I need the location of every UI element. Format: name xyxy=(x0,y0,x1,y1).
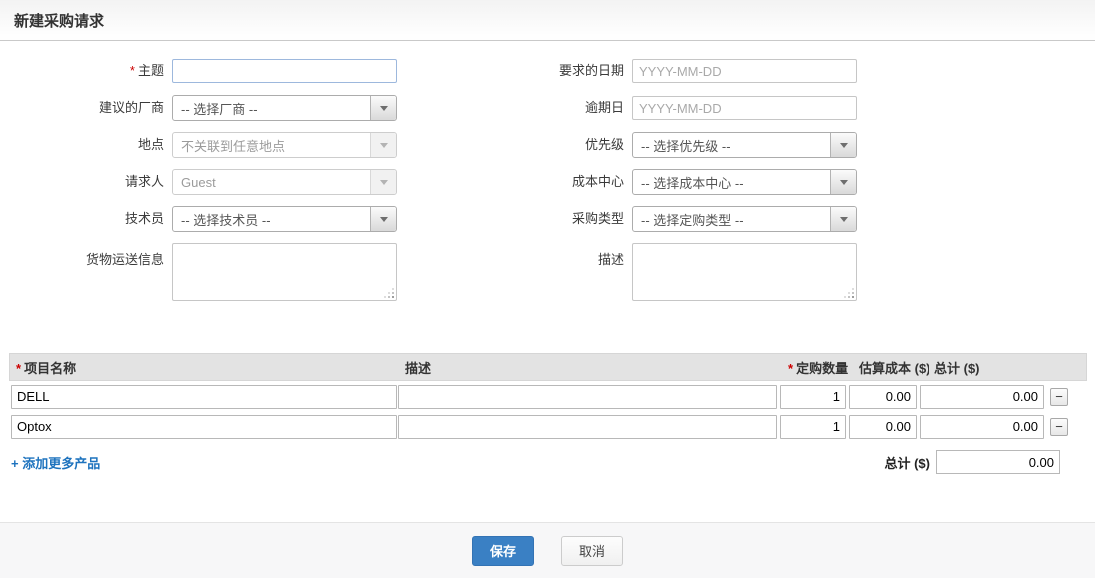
item-quantity-input[interactable] xyxy=(780,385,846,409)
overdue-date-input[interactable] xyxy=(632,96,857,120)
item-quantity-input[interactable] xyxy=(780,415,846,439)
header-description: 描述 xyxy=(401,358,785,377)
remove-row-button[interactable]: − xyxy=(1050,388,1068,406)
shipping-info-textarea[interactable] xyxy=(172,243,397,301)
item-total-input[interactable] xyxy=(920,385,1044,409)
dropdown-arrow-icon[interactable] xyxy=(370,96,396,120)
item-total-input[interactable] xyxy=(920,415,1044,439)
priority-label: 优先级 xyxy=(397,132,624,158)
dropdown-arrow-icon[interactable] xyxy=(830,207,856,231)
add-more-products-link[interactable]: + 添加更多产品 xyxy=(11,453,100,472)
item-cost-input[interactable] xyxy=(849,415,917,439)
priority-select-value: -- 选择优先级 -- xyxy=(641,136,731,155)
item-name-input[interactable] xyxy=(11,385,397,409)
requester-select-value: Guest xyxy=(181,175,216,190)
requester-select: Guest xyxy=(172,169,397,195)
page-title: 新建采购请求 xyxy=(14,10,104,31)
table-row: − xyxy=(9,412,1087,441)
dropdown-arrow-icon xyxy=(370,133,396,157)
vendor-label: 建议的厂商 xyxy=(0,95,164,121)
required-marker: * xyxy=(788,361,793,376)
resize-grip-icon[interactable] xyxy=(392,296,394,298)
item-description-input[interactable] xyxy=(398,385,777,409)
dropdown-arrow-icon[interactable] xyxy=(830,133,856,157)
header-total: 总计 ($) xyxy=(929,358,1057,377)
cancel-button[interactable]: 取消 xyxy=(561,536,623,566)
grand-total-label: 总计 ($) xyxy=(884,453,930,472)
cost-center-label: 成本中心 xyxy=(397,169,624,195)
grand-total-input[interactable] xyxy=(936,450,1060,474)
required-date-label: 要求的日期 xyxy=(397,58,624,84)
dropdown-arrow-icon[interactable] xyxy=(830,170,856,194)
site-select: 不关联到任意地点 xyxy=(172,132,397,158)
required-date-input[interactable] xyxy=(632,59,857,83)
subject-input[interactable] xyxy=(172,59,397,83)
shipping-info-label: 货物运送信息 xyxy=(0,243,164,268)
item-name-input[interactable] xyxy=(11,415,397,439)
resize-grip-icon[interactable] xyxy=(852,296,854,298)
item-description-input[interactable] xyxy=(398,415,777,439)
items-table: *项目名称 描述 *定购数量 估算成本 ($) 总计 ($) − − + 添加更… xyxy=(9,353,1087,474)
dropdown-arrow-icon xyxy=(370,170,396,194)
technician-select-value: -- 选择技术员 -- xyxy=(181,210,271,229)
technician-select[interactable]: -- 选择技术员 -- xyxy=(172,206,397,232)
description-textarea[interactable] xyxy=(632,243,857,301)
requester-label: 请求人 xyxy=(0,169,164,195)
description-label: 描述 xyxy=(397,243,624,268)
header-estimated-cost: 估算成本 ($) xyxy=(856,358,929,377)
dropdown-arrow-icon[interactable] xyxy=(370,207,396,231)
items-table-header: *项目名称 描述 *定购数量 估算成本 ($) 总计 ($) xyxy=(9,353,1087,381)
remove-row-button[interactable]: − xyxy=(1050,418,1068,436)
cost-center-select[interactable]: -- 选择成本中心 -- xyxy=(632,169,857,195)
priority-select[interactable]: -- 选择优先级 -- xyxy=(632,132,857,158)
table-row: − xyxy=(9,382,1087,411)
header-item-name: *项目名称 xyxy=(10,358,401,377)
required-marker: * xyxy=(16,361,21,376)
item-cost-input[interactable] xyxy=(849,385,917,409)
overdue-date-label: 逾期日 xyxy=(397,95,624,121)
technician-label: 技术员 xyxy=(0,206,164,232)
cost-center-select-value: -- 选择成本中心 -- xyxy=(641,173,744,192)
action-bar: 保存 取消 xyxy=(0,522,1095,578)
purchase-request-form: *主题 要求的日期 建议的厂商 -- 选择厂商 -- 逾期日 地点 不关联到任意… xyxy=(0,41,1095,301)
purchase-type-select-value: -- 选择定购类型 -- xyxy=(641,210,744,229)
vendor-select-value: -- 选择厂商 -- xyxy=(181,99,258,118)
vendor-select[interactable]: -- 选择厂商 -- xyxy=(172,95,397,121)
purchase-type-select[interactable]: -- 选择定购类型 -- xyxy=(632,206,857,232)
save-button[interactable]: 保存 xyxy=(472,536,534,566)
subject-label: *主题 xyxy=(0,58,164,84)
header-quantity: *定购数量 xyxy=(785,358,856,377)
purchase-type-label: 采购类型 xyxy=(397,206,624,232)
site-select-value: 不关联到任意地点 xyxy=(181,136,285,155)
site-label: 地点 xyxy=(0,132,164,158)
required-marker: * xyxy=(130,63,135,78)
page-header: 新建采购请求 xyxy=(0,0,1095,41)
